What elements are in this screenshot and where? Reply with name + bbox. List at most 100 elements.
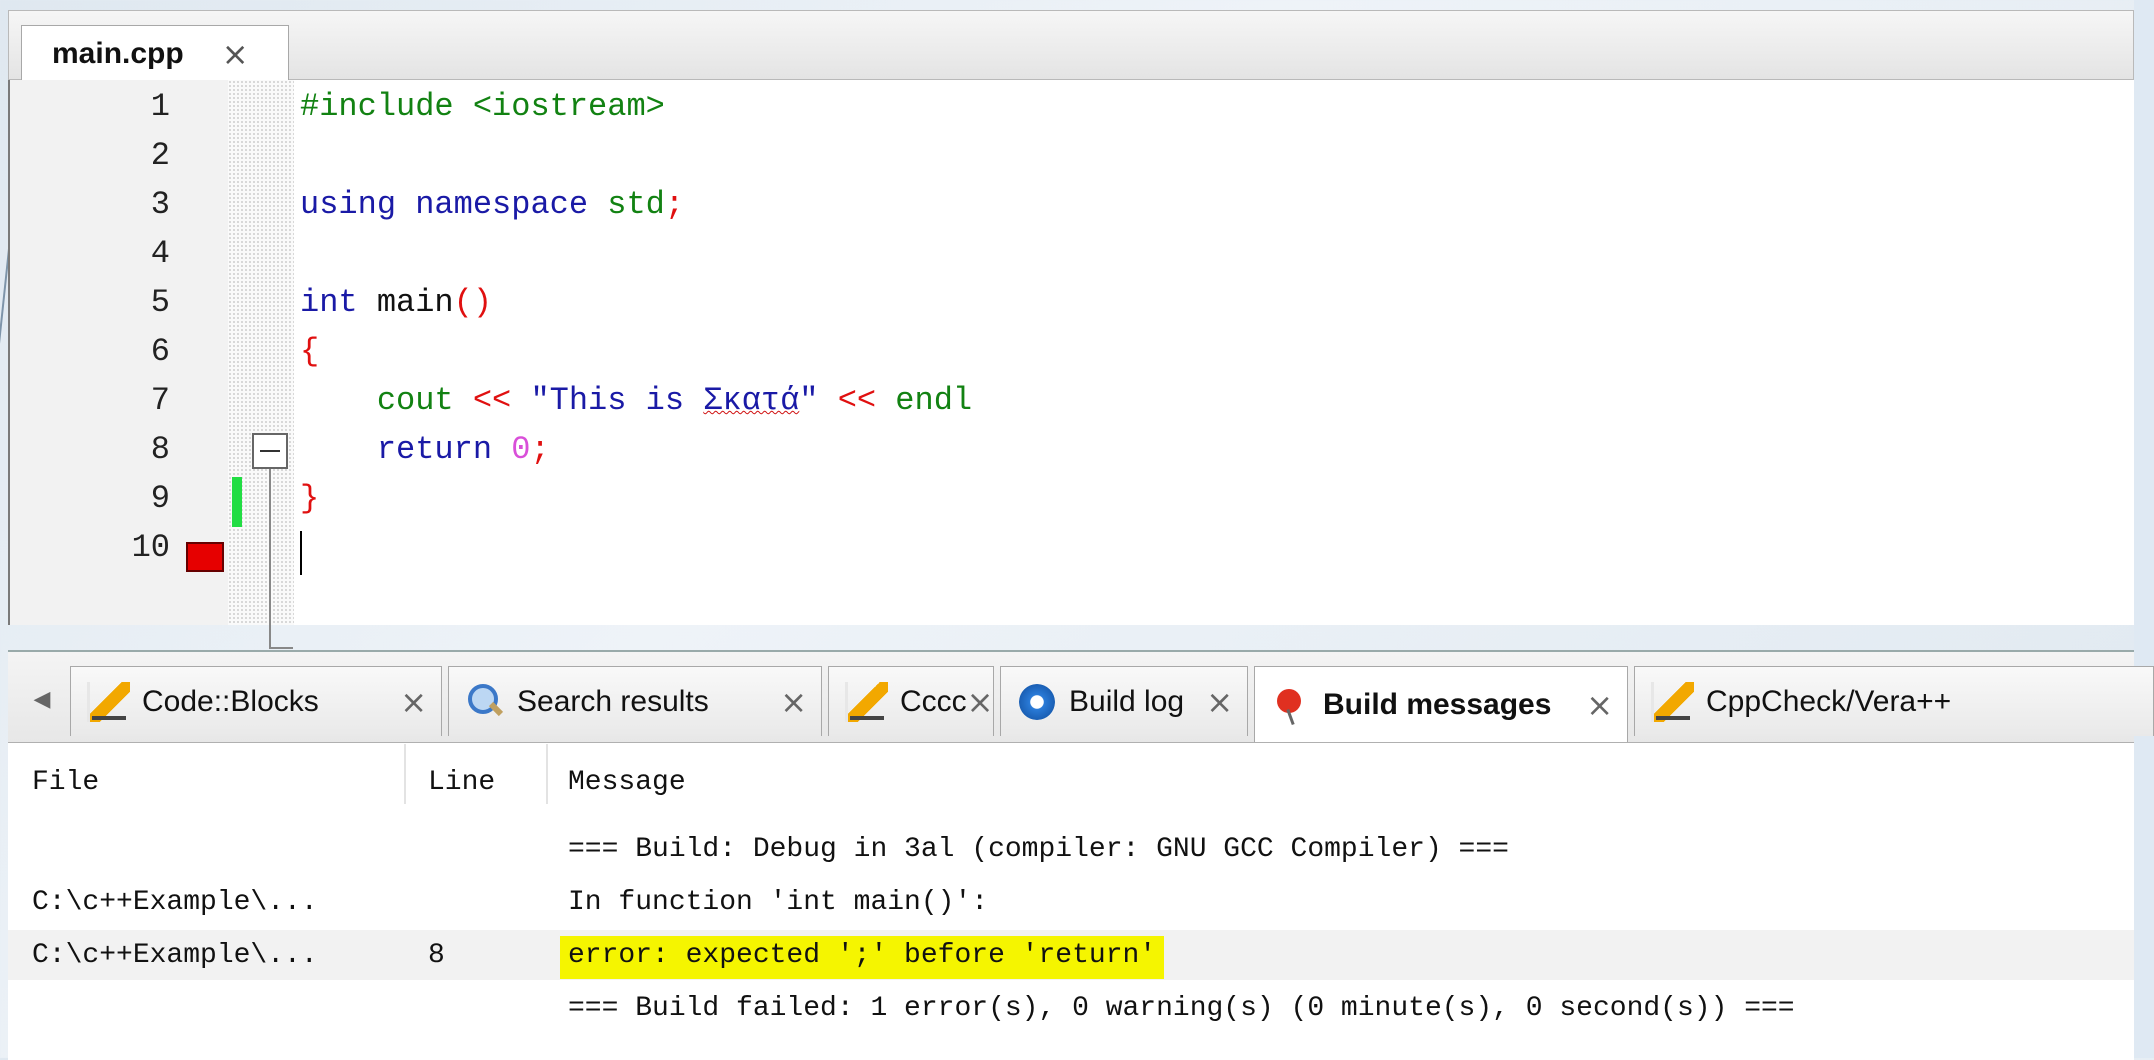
breakpoint-marker[interactable]	[186, 542, 224, 572]
tab-code-blocks[interactable]: Code::Blocks ×	[70, 666, 442, 736]
cell-text: C:\c++Example\...	[32, 887, 318, 918]
code-text: cout << "This is Σκατά" << endl	[300, 382, 972, 419]
column-header-file[interactable]: File	[32, 767, 99, 798]
close-icon[interactable]: ×	[400, 683, 427, 721]
code-area[interactable]: 1 #include <iostream> 2 3 using namespace st…	[8, 80, 2136, 649]
code-text: #include <iostream>	[300, 88, 665, 125]
code-token: ()	[453, 284, 493, 321]
code-token: <<	[472, 382, 512, 419]
tab-label: CppCheck/Vera++	[1706, 684, 1952, 718]
pencil-icon	[845, 681, 888, 722]
tab-build-log[interactable]: Build log ×	[1000, 666, 1248, 736]
fold-collapse-icon[interactable]	[252, 433, 288, 469]
message-row[interactable]: C:\c++Example\... 8 error: expected ';' be…	[8, 930, 2134, 980]
code-token: "This is	[511, 382, 704, 419]
code-token: std	[607, 186, 665, 223]
line-number: 5	[150, 284, 170, 321]
highlighted-error-text: error: expected ';' before 'return'	[560, 936, 1165, 979]
code-token: <<	[837, 382, 877, 419]
column-header-line[interactable]: Line	[428, 767, 495, 798]
code-line[interactable]: 2	[10, 131, 2136, 181]
line-number: 4	[150, 235, 170, 272]
code-text: return 0;	[300, 431, 550, 468]
message-row[interactable]: C:\c++Example\... In function 'int main()…	[8, 877, 2134, 927]
tab-label: Build log	[1069, 684, 1185, 718]
tab-label: Cccc	[900, 684, 967, 718]
code-line[interactable]: 8 return 0;	[10, 425, 2136, 475]
magnifier-icon	[465, 682, 505, 722]
message-row[interactable]: === Build: Debug in 3al (compiler: GNU G…	[8, 824, 2134, 874]
column-header-message[interactable]: Message	[568, 767, 686, 798]
code-token: {	[300, 333, 320, 370]
tab-build-messages[interactable]: Build messages ×	[1254, 666, 1628, 742]
close-icon[interactable]: ×	[1586, 686, 1613, 724]
pin-icon	[1271, 685, 1311, 725]
code-token: 0	[511, 431, 531, 468]
fold-guide	[269, 469, 271, 649]
column-divider[interactable]	[404, 744, 406, 804]
pencil-icon	[87, 681, 130, 722]
code-line[interactable]: 9}	[10, 474, 2136, 524]
tab-label: Search results	[517, 684, 709, 718]
code-token: main	[376, 284, 454, 321]
code-text: {	[300, 333, 319, 370]
cell-text: C:\c++Example\...	[32, 940, 318, 971]
code-token: #include <iostream>	[300, 88, 665, 125]
close-icon[interactable]: ×	[222, 35, 249, 73]
message-message-cell: === Build failed: 1 error(s), 0 warning(…	[568, 993, 1795, 1024]
tab-cccc[interactable]: Cccc ×	[828, 666, 994, 736]
code-line[interactable]: 6{	[10, 327, 2136, 377]
tab-search-results[interactable]: Search results ×	[448, 666, 822, 736]
close-icon[interactable]: ×	[1206, 683, 1233, 721]
logs-tab-bar: ◀ Code::Blocks × Search results × Cccc × Build…	[8, 652, 2154, 743]
tab-label: Code::Blocks	[142, 684, 319, 718]
tab-label: Build messages	[1323, 687, 1552, 721]
message-file-cell: C:\c++Example\...	[32, 887, 318, 918]
code-token: Σκατά	[703, 382, 800, 419]
cell-text: === Build failed: 1 error(s), 0 warning(…	[568, 993, 1795, 1024]
message-line-cell: 8	[428, 940, 445, 971]
line-number: 3	[150, 186, 170, 223]
code-token: endl	[876, 382, 973, 419]
code-line[interactable]: 3 using namespace std;	[10, 180, 2136, 230]
editor-pane: main.cpp × 1 #include <iostream> 2 3 using n…	[8, 10, 2136, 649]
text-cursor	[300, 531, 302, 575]
code-token: return	[300, 431, 512, 468]
line-number: 2	[150, 137, 170, 174]
editor-tab-bar: main.cpp ×	[8, 10, 2134, 82]
line-number: 6	[150, 333, 170, 370]
code-token: using namespace	[300, 186, 608, 223]
code-line[interactable]: 1 #include <iostream>	[10, 82, 2136, 132]
code-text: int main()	[300, 284, 492, 321]
pencil-icon	[1651, 681, 1694, 722]
close-icon[interactable]: ×	[780, 683, 807, 721]
close-icon[interactable]: ×	[967, 683, 993, 721]
message-row[interactable]: === Build failed: 1 error(s), 0 warning(…	[8, 983, 2134, 1033]
message-message-cell: === Build: Debug in 3al (compiler: GNU G…	[568, 834, 1509, 865]
tab-label: main.cpp	[52, 37, 184, 70]
code-line[interactable]: 5 int main()	[10, 278, 2136, 328]
code-token: ;	[530, 431, 550, 468]
tab-cppcheck-vera[interactable]: CppCheck/Vera++	[1634, 666, 2154, 736]
line-number: 1	[150, 88, 170, 125]
code-line[interactable]: 7 cout << "This is Σκατά" << endl	[10, 376, 2136, 426]
code-token: "	[799, 382, 838, 419]
cell-text: In function 'int main()':	[568, 887, 989, 918]
line-number: 8	[150, 431, 170, 468]
line-number: 7	[150, 382, 170, 419]
code-token: }	[300, 480, 320, 517]
logs-panel: ◀ Code::Blocks × Search results × Cccc × Build…	[8, 650, 2154, 1060]
message-message-cell: In function 'int main()':	[568, 887, 988, 918]
tab-main-cpp[interactable]: main.cpp ×	[21, 25, 289, 82]
scroll-left-icon[interactable]: ◀	[22, 676, 62, 722]
cell-text: === Build: Debug in 3al (compiler: GNU G…	[568, 834, 1509, 865]
code-line[interactable]: 4	[10, 229, 2136, 279]
line-number: 10	[131, 529, 170, 566]
code-line[interactable]: 10	[10, 523, 2136, 573]
column-divider[interactable]	[546, 744, 548, 804]
message-file-cell: C:\c++Example\...	[32, 940, 318, 971]
code-token: int	[300, 284, 377, 321]
gear-icon	[1017, 682, 1057, 722]
changed-line-marker	[232, 477, 242, 527]
code-text: using namespace std;	[300, 186, 684, 223]
